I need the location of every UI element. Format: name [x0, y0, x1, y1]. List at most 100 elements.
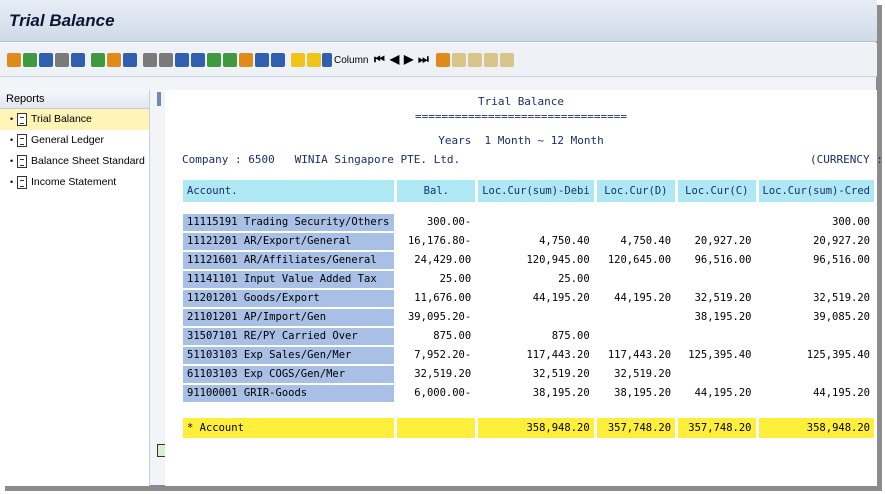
sum-debit-cell: 25.00	[478, 271, 594, 288]
select-icon[interactable]	[39, 53, 53, 67]
table-row[interactable]: 61103103 Exp COGS/Gen/Mer 32,519.20 32,519…	[183, 366, 874, 383]
debit-cell: 44,195.20	[596, 290, 676, 307]
calculator-icon[interactable]	[159, 53, 173, 67]
title-bar: Trial Balance	[0, 0, 877, 42]
credit-cell: 44,195.20	[678, 385, 756, 402]
layout-icon[interactable]	[207, 53, 221, 67]
sidebar-item-income-statement[interactable]: • Income Statement	[0, 172, 149, 193]
sidebar-item-general-ledger[interactable]: • General Ledger	[0, 130, 149, 151]
account-cell: 11115191 Trading Security/Others	[183, 214, 395, 231]
report-document-icon	[17, 176, 27, 189]
sum-debit-cell: 875.00	[478, 328, 594, 345]
sum-debit-cell	[478, 214, 594, 231]
bullet-icon: •	[10, 156, 14, 166]
sum-credit-cell	[758, 366, 874, 383]
report-output: Trial Balance ==========================…	[165, 90, 883, 486]
refresh-icon[interactable]	[23, 53, 37, 67]
grid-icon[interactable]	[55, 53, 69, 67]
credit-cell: 96,516.00	[678, 252, 756, 269]
total-debit: 357,748.20	[596, 418, 676, 438]
column-header-credit[interactable]: Loc.Cur(C)	[678, 180, 756, 202]
table-row[interactable]: 11121601 AR/Affiliates/General 24,429.00 1…	[183, 252, 874, 269]
sidebar-header: Reports	[0, 90, 149, 109]
table-row[interactable]: 21101201 AP/Import/Gen 39,095.20- 38,195.2…	[183, 309, 874, 326]
bal-cell: 25.00	[397, 271, 476, 288]
subtotal-icon[interactable]	[223, 53, 237, 67]
sum-credit-cell: 125,395.40	[758, 347, 874, 364]
report-period: Years 1 Month ~ 12 Month	[438, 134, 604, 147]
debit-cell	[596, 309, 676, 326]
splitter-handle[interactable]	[157, 92, 161, 106]
bal-cell: 6,000.00-	[397, 385, 476, 402]
table-header-row: Account. Bal. Loc.Cur(sum)-Debi Loc.Cur(…	[183, 180, 874, 202]
last-page-icon[interactable]: ⏭	[418, 52, 429, 67]
layout-change-icon[interactable]	[468, 53, 482, 67]
table-row[interactable]: 31507101 RE/PY Carried Over 875.00 875.00	[183, 328, 874, 345]
sum-credit-cell	[758, 328, 874, 345]
column-icon[interactable]	[322, 53, 332, 67]
first-page-icon[interactable]: ⏮	[374, 52, 385, 67]
export-icon[interactable]	[91, 53, 105, 67]
info-icon[interactable]	[71, 53, 85, 67]
layout-extra-icon[interactable]	[500, 53, 514, 67]
bal-cell: 39,095.20-	[397, 309, 476, 326]
currency-label: (CURRENCY :	[810, 153, 883, 166]
table-row[interactable]: 51103103 Exp Sales/Gen/Mer 7,952.20- 117,4…	[183, 347, 874, 364]
bal-cell: 7,952.20-	[397, 347, 476, 364]
details-icon[interactable]	[7, 53, 21, 67]
total-sum-debit: 358,948.20	[478, 418, 594, 438]
sidebar-item-label: Trial Balance	[31, 113, 92, 125]
debit-cell: 120,645.00	[596, 252, 676, 269]
total-row: * Account 358,948.20 357,748.20 357,748.…	[183, 418, 874, 438]
column-header-debit[interactable]: Loc.Cur(D)	[596, 180, 676, 202]
chart-icon[interactable]	[107, 53, 121, 67]
column-button-label[interactable]: Column	[334, 55, 368, 66]
debit-cell	[596, 328, 676, 345]
debit-cell: 32,519.20	[596, 366, 676, 383]
search-icon[interactable]	[143, 53, 157, 67]
sort-ascending-icon[interactable]	[175, 53, 189, 67]
document-arrow-icon[interactable]	[307, 53, 321, 67]
column-header-sum-credit[interactable]: Loc.Cur(sum)-Cred	[758, 180, 874, 202]
filter-icon[interactable]	[123, 53, 137, 67]
window-title: Trial Balance	[9, 11, 115, 30]
column-header-sum-debit[interactable]: Loc.Cur(sum)-Debi	[478, 180, 594, 202]
account-cell: 51103103 Exp Sales/Gen/Mer	[183, 347, 395, 364]
sort-descending-icon[interactable]	[191, 53, 205, 67]
reports-sidebar: Reports • Trial Balance • General Ledger…	[0, 90, 150, 486]
sum-icon[interactable]	[239, 53, 253, 67]
credit-cell: 125,395.40	[678, 347, 756, 364]
sap-window: Trial Balance Column ⏮ ◀ ▶ ⏭ Reports • T…	[0, 0, 883, 486]
layout-save-icon[interactable]	[436, 53, 450, 67]
layout-manage-icon[interactable]	[484, 53, 498, 67]
table-row[interactable]: 11141101 Input Value Added Tax 25.00 25.00	[183, 271, 874, 288]
sum-debit-cell: 117,443.20	[478, 347, 594, 364]
account-cell: 61103103 Exp COGS/Gen/Mer	[183, 366, 395, 383]
table-row[interactable]: 11201201 Goods/Export 11,676.00 44,195.20 4…	[183, 290, 874, 307]
total-bal	[397, 418, 476, 438]
funnel-icon[interactable]	[271, 53, 285, 67]
layout-select-icon[interactable]	[452, 53, 466, 67]
column-header-bal[interactable]: Bal.	[397, 180, 476, 202]
total-account: * Account	[183, 418, 395, 438]
table-row[interactable]: 11115191 Trading Security/Others 300.00- 3…	[183, 214, 874, 231]
debit-cell: 4,750.40	[596, 233, 676, 250]
bullet-icon: •	[10, 135, 14, 145]
print-icon[interactable]	[255, 53, 269, 67]
table-row[interactable]: 91100001 GRIR-Goods 6,000.00- 38,195.20 38,…	[183, 385, 874, 402]
document-icon[interactable]	[291, 53, 305, 67]
credit-cell	[678, 366, 756, 383]
credit-cell	[678, 214, 756, 231]
total-sum-credit: 358,948.20	[758, 418, 874, 438]
next-page-icon[interactable]: ▶	[404, 52, 413, 66]
bal-cell: 24,429.00	[397, 252, 476, 269]
table-row[interactable]: 11121201 AR/Export/General 16,176.80- 4,75…	[183, 233, 874, 250]
sidebar-item-balance-sheet-standard[interactable]: • Balance Sheet Standard	[0, 151, 149, 172]
sum-credit-cell: 39,085.20	[758, 309, 874, 326]
bal-cell: 32,519.20	[397, 366, 476, 383]
column-header-account[interactable]: Account.	[183, 180, 395, 202]
previous-page-icon[interactable]: ◀	[390, 52, 399, 66]
sum-debit-cell: 120,945.00	[478, 252, 594, 269]
sidebar-item-trial-balance[interactable]: • Trial Balance	[0, 109, 149, 130]
bullet-icon: •	[10, 114, 14, 124]
